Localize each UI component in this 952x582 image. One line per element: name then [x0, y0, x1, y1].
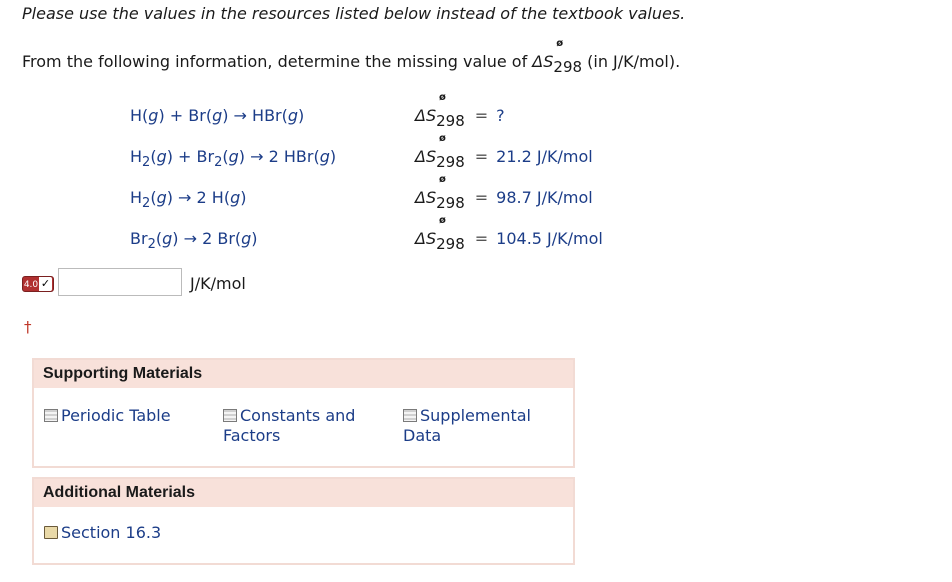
additional-materials-panel: Additional Materials Section 16.3	[32, 477, 575, 565]
answer-input[interactable]	[58, 268, 182, 296]
question-suffix: (in J/K/mol).	[582, 52, 681, 71]
degree-symbol: ø	[556, 38, 564, 49]
supporting-materials-title: Supporting Materials	[34, 360, 573, 388]
entropy-unit: J/K/mol	[531, 188, 593, 207]
supplemental-data-link[interactable]: Supplemental Data	[403, 406, 553, 446]
table-icon	[44, 409, 58, 422]
reaction-equation: Br2(g) → 2 Br(g)	[130, 229, 258, 252]
additional-materials-title: Additional Materials	[34, 479, 573, 507]
reaction-equation: H2(g) + Br2(g) → 2 HBr(g)	[130, 147, 337, 170]
temperature-subscript: 298	[553, 58, 583, 76]
instruction-text: Please use the values in the resources l…	[22, 4, 686, 23]
delta-s-symbol: ΔS ø 298	[415, 133, 465, 171]
delta-s-symbol: ΔS ø 298	[415, 215, 465, 253]
dagger-icon[interactable]: †	[24, 318, 32, 336]
section-link[interactable]: Section 16.3	[44, 523, 161, 543]
reaction-equation: H2(g) → 2 H(g)	[130, 188, 247, 211]
table-icon	[223, 409, 237, 422]
periodic-table-link[interactable]: Periodic Table	[44, 406, 171, 426]
answer-unit: J/K/mol	[190, 274, 246, 293]
entropy-unit: J/K/mol	[541, 229, 603, 248]
delta-s-symbol: ΔS ø 298	[415, 174, 465, 212]
supporting-materials-panel: Supporting Materials Periodic Table Cons…	[32, 358, 575, 468]
section-label: Section 16.3	[61, 523, 162, 542]
reaction-equation: H(g) + Br(g) → HBr(g)	[130, 106, 305, 125]
question-prefix: From the following information, determin…	[22, 52, 533, 71]
entropy-number: 104.5	[496, 229, 542, 248]
delta-s-symbol: ΔS ø 298	[415, 92, 465, 130]
entropy-number: ?	[496, 106, 505, 125]
constants-factors-label: Constants and Factors	[223, 406, 356, 445]
points-badge: 4.0 ✓	[22, 276, 54, 292]
periodic-table-label: Periodic Table	[61, 406, 171, 425]
book-icon	[44, 526, 58, 539]
entropy-value: ΔS ø 298 = 104.5 J/K/mol	[415, 215, 603, 253]
points-value: 4.0	[23, 280, 39, 290]
entropy-value: ΔS ø 298 = 98.7 J/K/mol	[415, 174, 593, 212]
supplemental-data-label: Supplemental Data	[403, 406, 531, 445]
delta-s-label: ΔS	[532, 52, 554, 71]
question-text: From the following information, determin…	[22, 38, 681, 76]
constants-factors-link[interactable]: Constants and Factors	[223, 406, 383, 446]
entropy-value: ΔS ø 298 = 21.2 J/K/mol	[415, 133, 593, 171]
entropy-number: 98.7	[496, 188, 532, 207]
check-icon: ✓	[39, 277, 52, 291]
table-icon	[403, 409, 417, 422]
delta-s-symbol: ΔS ø	[532, 38, 563, 71]
entropy-value: ΔS ø 298 =?	[415, 92, 505, 130]
entropy-unit: J/K/mol	[531, 147, 593, 166]
entropy-number: 21.2	[496, 147, 532, 166]
